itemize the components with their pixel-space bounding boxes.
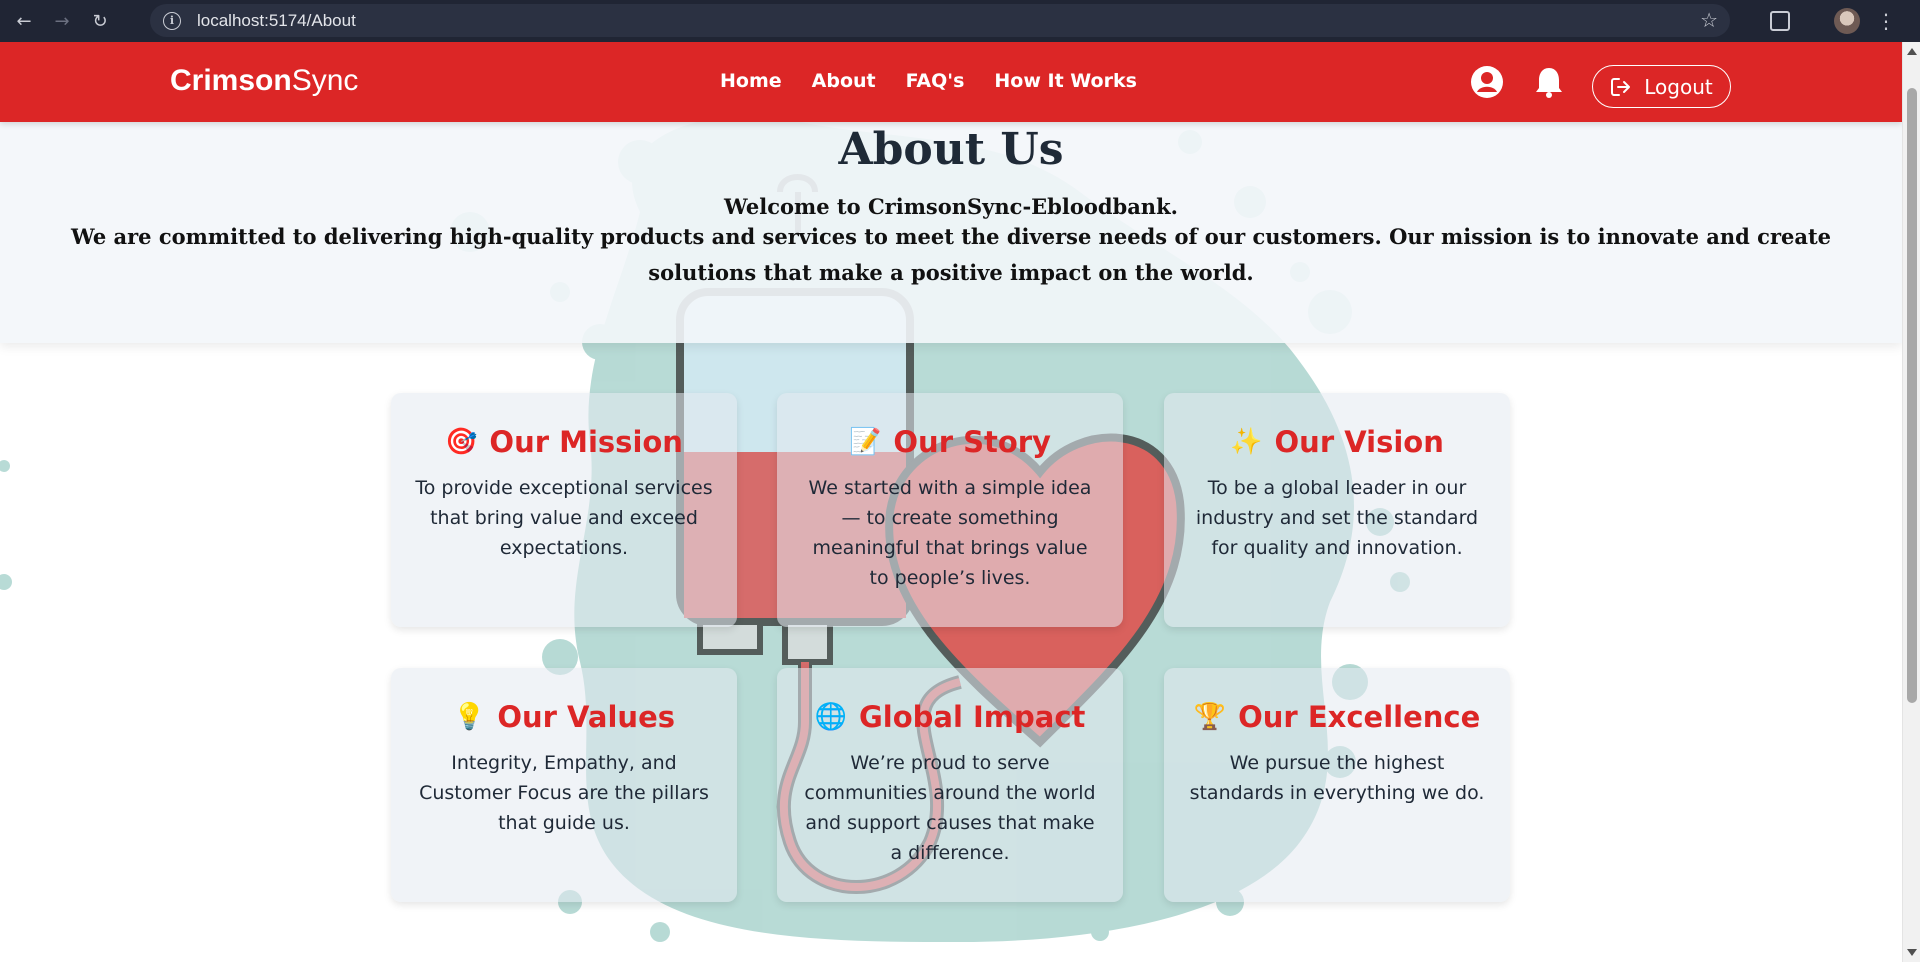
logout-button[interactable]: Logout [1592,65,1731,108]
logout-icon [1611,77,1631,96]
scroll-up-arrow-icon[interactable] [1907,48,1917,55]
card-text: To be a global leader in our industry an… [1195,477,1479,559]
brand-name-bold: Crimson [170,64,292,97]
logout-label: Logout [1644,74,1713,99]
nav-link-home[interactable]: Home [720,70,782,92]
target-icon: 🎯 [445,427,478,457]
address-bar[interactable]: i localhost:5174/About ☆ [150,4,1730,37]
about-hero: About Us Welcome to CrimsonSync-Ebloodba… [0,122,1902,343]
nav-links: Home About FAQ's How It Works [720,70,1137,92]
nav-link-faq[interactable]: FAQ's [906,70,965,92]
user-profile-icon[interactable] [1471,66,1503,98]
about-description: We are committed to delivering high-qual… [70,224,1832,285]
back-arrow-icon[interactable]: ← [10,7,38,35]
card-text: To provide exceptional services that bri… [415,477,713,559]
brand-logo[interactable]: CrimsonSync [170,64,358,98]
browser-menu-icon[interactable]: ⋮ [1876,9,1896,33]
card-title: Our Mission [489,425,683,459]
brand-name-light: Sync [291,64,359,97]
card-title: Our Values [497,700,675,734]
globe-icon: 🌐 [814,702,847,732]
profile-avatar[interactable] [1834,8,1860,34]
nav-link-about[interactable]: About [812,70,876,92]
scroll-down-arrow-icon[interactable] [1907,949,1917,956]
welcome-text: Welcome to CrimsonSync-Ebloodbank. [724,194,1178,219]
card-text: We pursue the highest standards in every… [1189,752,1485,804]
trophy-icon: 🏆 [1193,702,1227,732]
card-title: Our Vision [1274,425,1444,459]
card-text: Integrity, Empathy, and Customer Focus a… [419,752,709,834]
card-title: Our Story [893,425,1051,459]
main-navbar: CrimsonSync Home About FAQ's How It Work… [0,42,1902,122]
light-bulb-icon: 💡 [452,702,486,732]
page-title: About Us [838,124,1064,175]
page-scrollbar[interactable] [1902,42,1920,962]
scrollbar-thumb[interactable] [1907,88,1917,703]
card-our-vision: ✨ Our Vision To be a global leader in our… [1164,393,1510,627]
site-info-icon[interactable]: i [163,11,181,30]
card-our-story: 📝 Our Story We started with a simple idea… [777,393,1123,627]
bookmark-star-icon[interactable]: ☆ [1700,8,1718,32]
card-our-values: 💡 Our Values Integrity, Empathy, and Cust… [391,668,737,902]
card-global-impact: 🌐 Global Impact We’re proud to serve comm… [777,668,1123,902]
memo-icon: 📝 [849,427,882,457]
nav-link-how-it-works[interactable]: How It Works [994,70,1137,92]
card-our-excellence: 🏆 Our Excellence We pursue the highest st… [1164,668,1510,902]
browser-toolbar: ← → ↻ i localhost:5174/About ☆ ⋮ [0,0,1920,42]
card-title: Global Impact [858,700,1086,734]
sparkles-icon: ✨ [1230,427,1263,457]
card-our-mission: 🎯 Our Mission To provide exceptional serv… [391,393,737,627]
card-text: We started with a simple idea — to creat… [808,477,1092,589]
card-text: We’re proud to serve communities around … [804,752,1096,864]
notification-bell-icon[interactable] [1534,66,1564,98]
forward-arrow-icon[interactable]: → [48,7,76,35]
extensions-icon[interactable] [1770,11,1790,31]
page-viewport: CrimsonSync Home About FAQ's How It Work… [0,42,1902,962]
card-title: Our Excellence [1238,700,1481,734]
url-text[interactable]: localhost:5174/About [197,11,356,31]
reload-icon[interactable]: ↻ [86,7,114,35]
